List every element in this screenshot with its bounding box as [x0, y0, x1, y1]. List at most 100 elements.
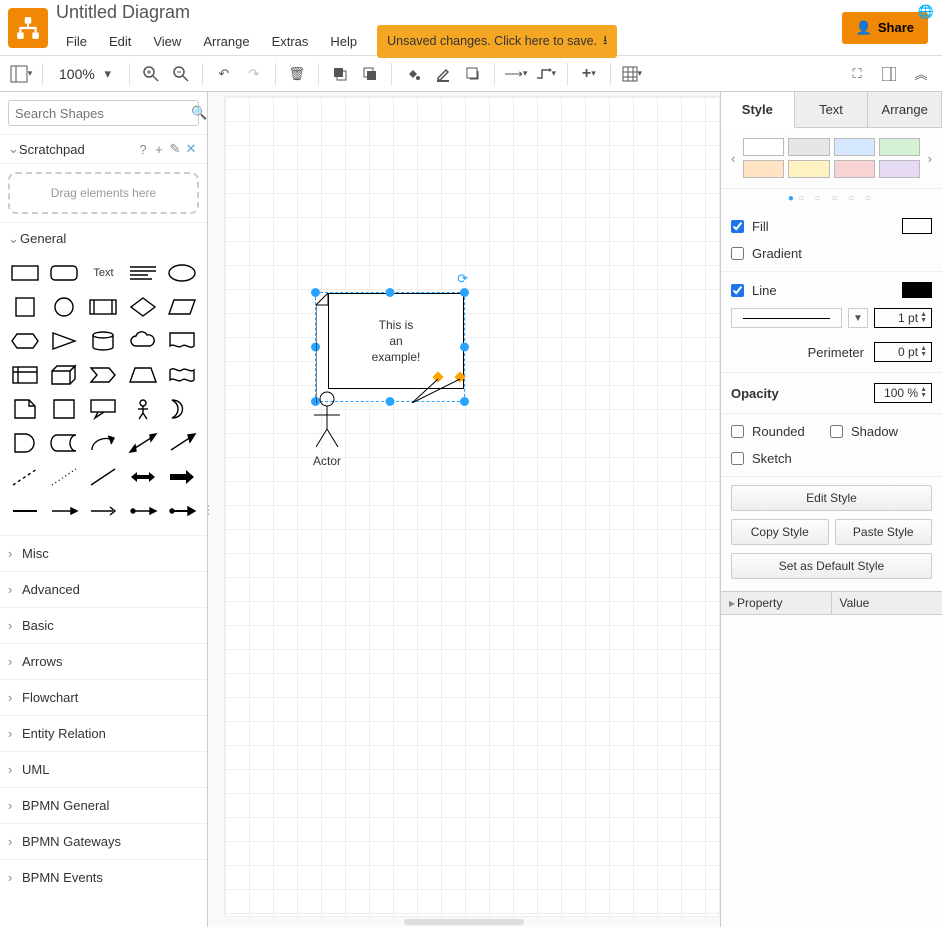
shape-and[interactable] — [8, 429, 41, 457]
zoom-in-button[interactable] — [138, 61, 164, 87]
fill-color-swatch[interactable] — [902, 218, 932, 234]
menu-edit[interactable]: Edit — [99, 30, 141, 53]
menu-view[interactable]: View — [143, 30, 191, 53]
zoom-out-button[interactable] — [168, 61, 194, 87]
menu-file[interactable]: File — [56, 30, 97, 53]
shape-cylinder[interactable] — [87, 327, 120, 355]
splitter-grip[interactable]: ⋮ — [208, 503, 214, 516]
resize-handle-n[interactable] — [386, 288, 395, 297]
shape-cloud[interactable] — [126, 327, 159, 355]
shape-curve-arrow[interactable] — [87, 429, 120, 457]
shape-actor[interactable] — [126, 395, 159, 423]
view-mode-button[interactable]: ▾ — [8, 61, 34, 87]
palette-misc[interactable]: ›Misc — [0, 535, 207, 571]
color-swatch[interactable] — [879, 160, 920, 178]
shape-line-dotted[interactable] — [47, 463, 80, 491]
canvas-scrollbar[interactable] — [404, 919, 524, 925]
document-title[interactable]: Untitled Diagram — [56, 0, 842, 25]
line-checkbox[interactable] — [731, 284, 744, 297]
set-default-style-button[interactable]: Set as Default Style — [731, 553, 932, 579]
line-style-select[interactable] — [731, 308, 842, 328]
chevron-down-icon[interactable]: ⌄ — [8, 141, 19, 157]
shape-line-dashed[interactable] — [8, 463, 41, 491]
swatch-next[interactable]: › — [926, 151, 934, 166]
undo-button[interactable]: ↶ — [211, 61, 237, 87]
shape-triangle[interactable] — [47, 327, 80, 355]
shape-circle[interactable] — [47, 293, 80, 321]
palette-arrows[interactable]: ›Arrows — [0, 643, 207, 679]
scratchpad-close-icon[interactable]: ✕ — [183, 141, 199, 157]
palette-general-header[interactable]: ⌄General — [0, 223, 207, 255]
fullscreen-button[interactable]: ⛶ — [844, 61, 870, 87]
language-icon[interactable]: 🌐 — [918, 4, 934, 20]
shape-process[interactable] — [87, 293, 120, 321]
color-swatch[interactable] — [788, 138, 829, 156]
palette-bpmn-gateways[interactable]: ›BPMN Gateways — [0, 823, 207, 859]
resize-handle-s[interactable] — [386, 397, 395, 406]
shape-link[interactable] — [8, 497, 41, 525]
rounded-checkbox[interactable] — [731, 425, 744, 438]
copy-style-button[interactable]: Copy Style — [731, 519, 829, 545]
shape-square[interactable] — [8, 293, 41, 321]
shape-hexagon[interactable] — [8, 327, 41, 355]
shadow-checkbox[interactable] — [830, 425, 843, 438]
shape-line[interactable] — [87, 463, 120, 491]
search-input[interactable] — [15, 106, 191, 121]
color-swatch[interactable] — [788, 160, 829, 178]
waypoints-button[interactable]: ▾ — [533, 61, 559, 87]
shape-textbox[interactable] — [126, 259, 159, 287]
canvas[interactable]: ⋮ This is an example! ⟳ — [208, 92, 720, 927]
resize-handle-nw[interactable] — [311, 288, 320, 297]
swatch-prev[interactable]: ‹ — [729, 151, 737, 166]
shadow-button[interactable] — [460, 61, 486, 87]
fill-checkbox[interactable] — [731, 220, 744, 233]
shape-arrow-thin[interactable] — [47, 497, 80, 525]
shape-trapezoid[interactable] — [126, 361, 159, 389]
table-button[interactable]: ▾ — [619, 61, 645, 87]
shape-connector[interactable] — [126, 497, 159, 525]
to-back-button[interactable] — [357, 61, 383, 87]
shape-card[interactable] — [47, 395, 80, 423]
shape-callout[interactable] — [87, 395, 120, 423]
shape-diamond[interactable] — [126, 293, 159, 321]
shape-arrow-thick[interactable] — [166, 463, 199, 491]
shape-arrow-diag[interactable] — [166, 429, 199, 457]
resize-handle-w[interactable] — [311, 343, 320, 352]
shape-rounded-rect[interactable] — [47, 259, 80, 287]
shape-or[interactable] — [166, 395, 199, 423]
gradient-checkbox[interactable] — [731, 247, 744, 260]
color-swatch[interactable] — [834, 138, 875, 156]
shape-internal-storage[interactable] — [8, 361, 41, 389]
line-color-button[interactable] — [430, 61, 456, 87]
shape-note[interactable] — [8, 395, 41, 423]
collapse-button[interactable]: ︽ — [908, 61, 934, 87]
zoom-value[interactable]: 100% — [57, 66, 97, 82]
save-banner[interactable]: Unsaved changes. Click here to save. ⭳ — [377, 25, 617, 58]
format-panel-button[interactable] — [876, 61, 902, 87]
shape-tape[interactable] — [166, 361, 199, 389]
line-color-swatch[interactable] — [902, 282, 932, 298]
shape-biarrow-diag[interactable] — [126, 429, 159, 457]
palette-bpmn-general[interactable]: ›BPMN General — [0, 787, 207, 823]
perimeter-input[interactable]: 0 pt▲▼ — [874, 342, 932, 362]
tab-text[interactable]: Text — [795, 92, 869, 127]
shape-cube[interactable] — [47, 361, 80, 389]
color-swatch[interactable] — [743, 138, 784, 156]
shape-data-storage[interactable] — [47, 429, 80, 457]
shape-step[interactable] — [87, 361, 120, 389]
resize-handle-e[interactable] — [460, 343, 469, 352]
shape-document[interactable] — [166, 327, 199, 355]
zoom-dropdown[interactable]: ▾ — [101, 61, 115, 87]
sketch-checkbox[interactable] — [731, 452, 744, 465]
scratchpad-edit-icon[interactable]: ✎ — [167, 141, 183, 157]
connection-button[interactable]: ⟶▾ — [503, 61, 529, 87]
menu-arrange[interactable]: Arrange — [193, 30, 259, 53]
palette-flowchart[interactable]: ›Flowchart — [0, 679, 207, 715]
tab-arrange[interactable]: Arrange — [868, 92, 942, 127]
color-swatch[interactable] — [743, 160, 784, 178]
shape-text[interactable]: Text — [87, 259, 120, 287]
resize-handle-se[interactable] — [460, 397, 469, 406]
shape-connector-solid[interactable] — [166, 497, 199, 525]
edit-style-button[interactable]: Edit Style — [731, 485, 932, 511]
line-style-dropdown[interactable]: ▼ — [848, 308, 868, 328]
